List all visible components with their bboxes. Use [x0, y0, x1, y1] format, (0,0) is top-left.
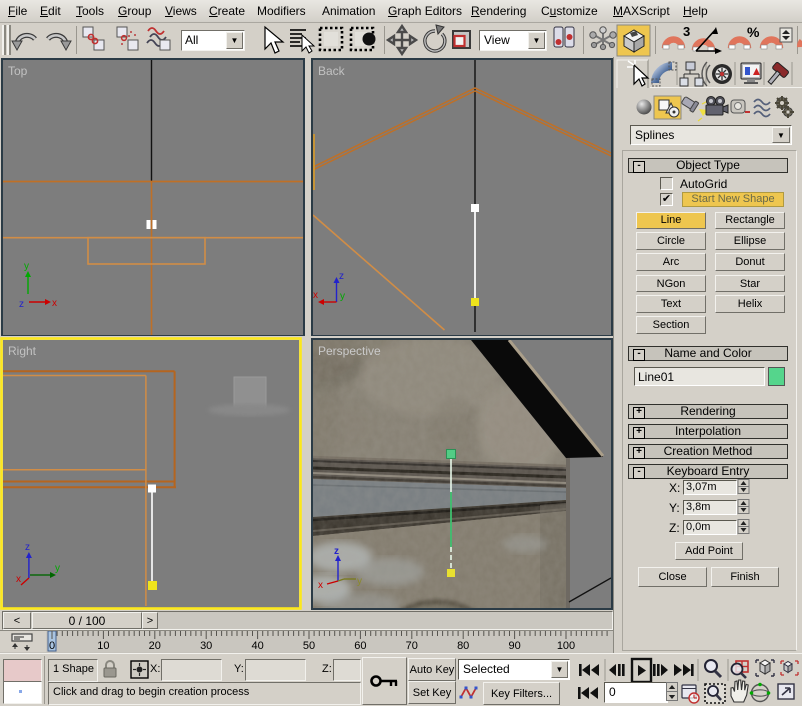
svg-text:60: 60 [354, 640, 366, 652]
svg-text:90: 90 [508, 640, 520, 652]
svg-text:30: 30 [200, 640, 212, 652]
svg-text:Right: Right [8, 344, 37, 358]
svg-text:Perspective: Perspective [318, 344, 381, 358]
svg-text:Top: Top [8, 64, 28, 78]
svg-text:20: 20 [149, 640, 161, 652]
svg-text:0: 0 [49, 640, 55, 652]
svg-text:y: y [357, 576, 362, 587]
svg-text:y: y [24, 261, 29, 272]
svg-text:z: z [334, 546, 339, 557]
svg-text:x: x [16, 574, 21, 585]
svg-text:100: 100 [557, 640, 575, 652]
svg-text:x: x [318, 580, 323, 591]
svg-text:z: z [339, 271, 344, 282]
svg-text:z: z [19, 299, 24, 310]
svg-text:10: 10 [97, 640, 109, 652]
svg-text:z: z [25, 542, 30, 553]
svg-text:80: 80 [457, 640, 469, 652]
svg-text:x: x [313, 290, 318, 301]
svg-text:Back: Back [318, 64, 346, 78]
svg-text:50: 50 [303, 640, 315, 652]
svg-text:y: y [55, 563, 60, 574]
svg-text:y: y [340, 291, 345, 302]
svg-text:3: 3 [683, 24, 690, 39]
svg-text:%: % [747, 24, 760, 40]
svg-text:x: x [52, 298, 57, 309]
svg-text:40: 40 [251, 640, 263, 652]
svg-text:70: 70 [406, 640, 418, 652]
